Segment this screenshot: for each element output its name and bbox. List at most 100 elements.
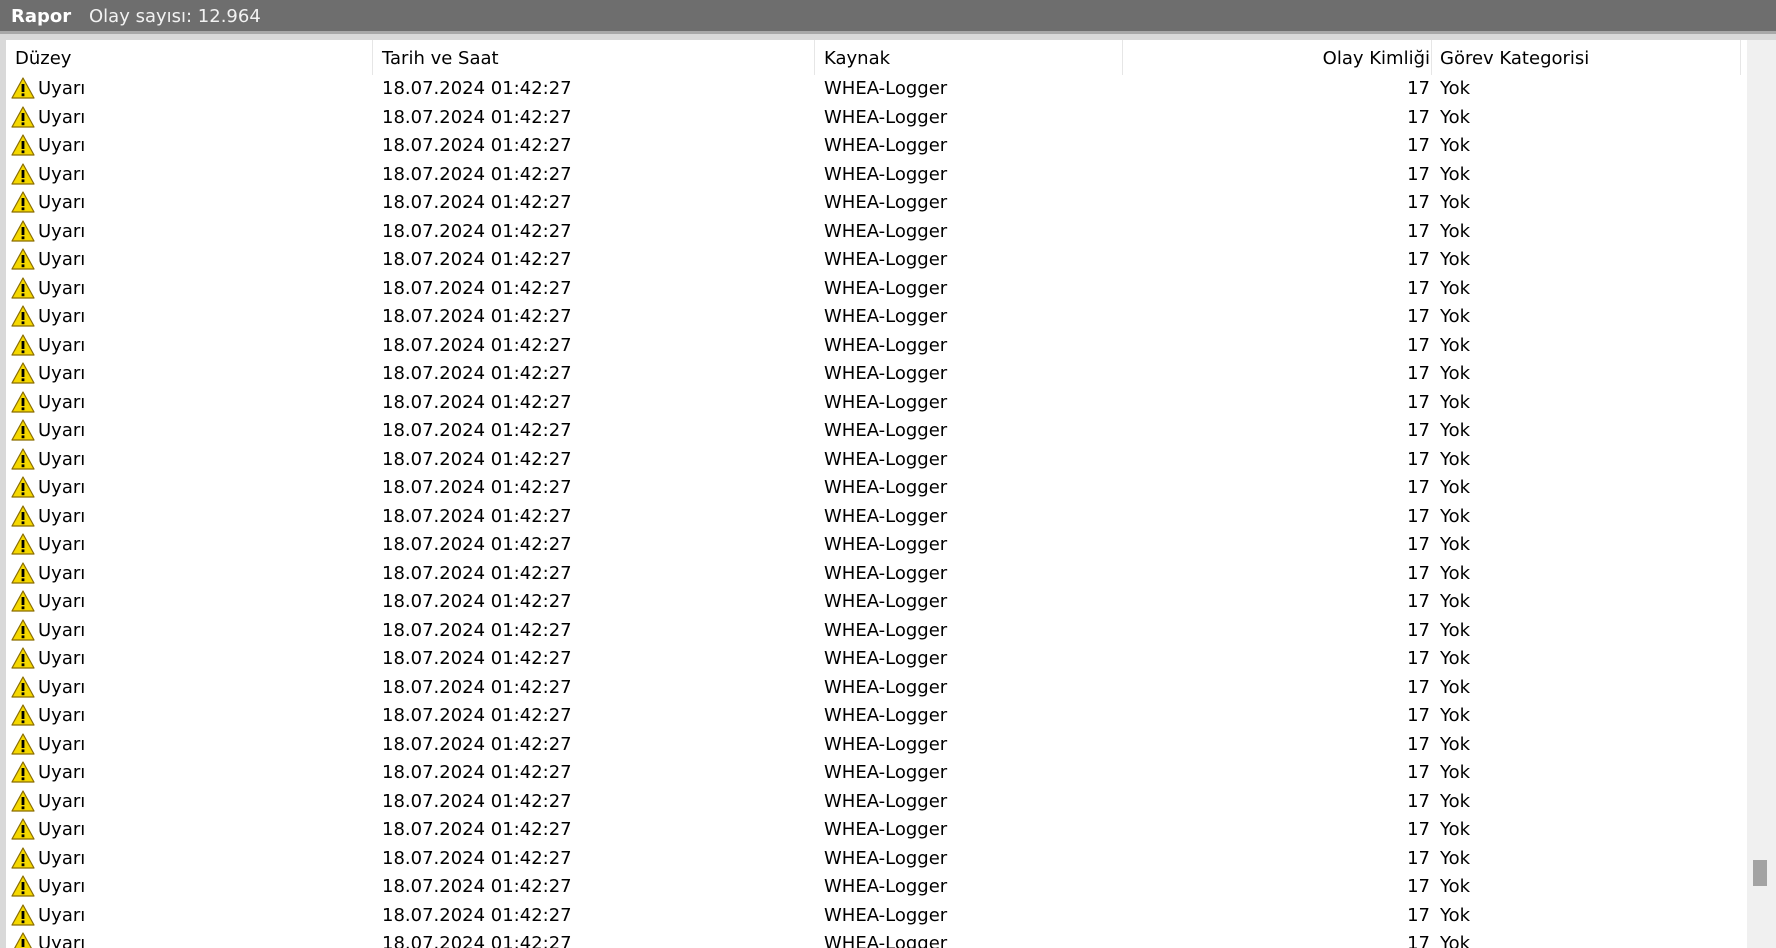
table-row[interactable]: Uyarı 18.07.2024 01:42:27 WHEA-Logger 17 Yok [6, 845, 1747, 874]
event-id-cell: 17 [1407, 163, 1430, 185]
table-row[interactable]: Uyarı 18.07.2024 01:42:27 WHEA-Logger 17 Yok [6, 389, 1747, 418]
level-cell: Uyarı [38, 249, 86, 270]
datetime-cell: 18.07.2024 01:42:27 [382, 106, 572, 128]
task-category-cell: Yok [1440, 249, 1471, 270]
warning-icon [11, 476, 35, 498]
task-category-cell: Yok [1440, 420, 1471, 441]
warning-icon [11, 162, 35, 185]
table-row[interactable]: Uyarı 18.07.2024 01:42:27 WHEA-Logger 17 Yok [6, 75, 1747, 104]
table-row[interactable]: Uyarı 18.07.2024 01:42:27 WHEA-Logger 17 Yok [6, 731, 1747, 760]
source-cell: WHEA-Logger [824, 163, 948, 185]
task-category-cell: Yok [1440, 220, 1471, 242]
datetime-cell: 18.07.2024 01:42:27 [382, 192, 572, 213]
table-row[interactable]: Uyarı 18.07.2024 01:42:27 WHEA-Logger 17 Yok [6, 218, 1747, 247]
source-cell: WHEA-Logger [824, 477, 948, 498]
table-row[interactable]: Uyarı 18.07.2024 01:42:27 WHEA-Logger 17 Yok [6, 759, 1747, 788]
vertical-scrollbar[interactable] [1747, 40, 1776, 948]
table-row[interactable]: Uyarı 18.07.2024 01:42:27 WHEA-Logger 17 Yok [6, 360, 1747, 389]
event-id-cell: 17 [1407, 505, 1430, 527]
table-row[interactable]: Uyarı 18.07.2024 01:42:27 WHEA-Logger 17 Yok [6, 560, 1747, 589]
table-row[interactable]: Uyarı 18.07.2024 01:42:27 WHEA-Logger 17 Yok [6, 132, 1747, 161]
table-row[interactable]: Uyarı 18.07.2024 01:42:27 WHEA-Logger 17 Yok [6, 873, 1747, 902]
source-cell: WHEA-Logger [824, 819, 948, 840]
source-cell: WHEA-Logger [824, 534, 948, 555]
task-category-cell: Yok [1440, 334, 1471, 356]
table-row[interactable]: Uyarı 18.07.2024 01:42:27 WHEA-Logger 17 Yok [6, 674, 1747, 703]
task-category-cell: Yok [1440, 277, 1471, 299]
datetime-cell: 18.07.2024 01:42:27 [382, 78, 572, 99]
level-cell: Uyarı [38, 306, 86, 327]
task-category-cell: Yok [1440, 648, 1471, 669]
column-separator[interactable] [1740, 40, 1741, 75]
column-event-id[interactable]: Olay Kimliği [1323, 48, 1430, 69]
table-row[interactable]: Uyarı 18.07.2024 01:42:27 WHEA-Logger 17 Yok [6, 788, 1747, 817]
event-id-cell: 17 [1407, 819, 1430, 840]
task-category-cell: Yok [1440, 505, 1471, 527]
table-row[interactable]: Uyarı 18.07.2024 01:42:27 WHEA-Logger 17 Yok [6, 332, 1747, 361]
source-cell: WHEA-Logger [824, 762, 948, 783]
task-category-cell: Yok [1440, 306, 1471, 327]
level-cell: Uyarı [38, 619, 86, 641]
table-row[interactable]: Uyarı 18.07.2024 01:42:27 WHEA-Logger 17 Yok [6, 702, 1747, 731]
datetime-cell: 18.07.2024 01:42:27 [382, 306, 572, 327]
event-id-cell: 17 [1407, 733, 1430, 755]
table-row[interactable]: Uyarı 18.07.2024 01:42:27 WHEA-Logger 17 Yok [6, 503, 1747, 532]
task-category-cell: Yok [1440, 790, 1471, 812]
scrollbar-thumb[interactable] [1753, 860, 1767, 886]
table-row[interactable]: Uyarı 18.07.2024 01:42:27 WHEA-Logger 17 Yok [6, 902, 1747, 931]
warning-icon [11, 134, 35, 156]
warning-icon [11, 875, 35, 897]
task-category-cell: Yok [1440, 163, 1471, 185]
source-cell: WHEA-Logger [824, 249, 948, 270]
table-row[interactable]: Uyarı 18.07.2024 01:42:27 WHEA-Logger 17 Yok [6, 189, 1747, 218]
task-category-cell: Yok [1440, 847, 1471, 869]
table-row[interactable]: Uyarı 18.07.2024 01:42:27 WHEA-Logger 17 Yok [6, 474, 1747, 503]
datetime-cell: 18.07.2024 01:42:27 [382, 648, 572, 669]
table-row[interactable]: Uyarı 18.07.2024 01:42:27 WHEA-Logger 17 Yok [6, 588, 1747, 617]
table-row[interactable]: Uyarı 18.07.2024 01:42:27 WHEA-Logger 17 Yok [6, 303, 1747, 332]
event-id-cell: 17 [1407, 135, 1430, 156]
column-level[interactable]: Düzey [15, 48, 71, 69]
task-category-cell: Yok [1440, 135, 1471, 156]
event-id-cell: 17 [1407, 391, 1430, 413]
source-cell: WHEA-Logger [824, 448, 948, 470]
column-separator[interactable] [1431, 40, 1432, 75]
table-row[interactable]: Uyarı 18.07.2024 01:42:27 WHEA-Logger 17 Yok [6, 275, 1747, 304]
table-row[interactable]: Uyarı 18.07.2024 01:42:27 WHEA-Logger 17 Yok [6, 161, 1747, 190]
warning-icon [11, 305, 35, 327]
warning-icon [11, 818, 35, 840]
source-cell: WHEA-Logger [824, 876, 948, 897]
source-cell: WHEA-Logger [824, 733, 948, 755]
table-row[interactable]: Uyarı 18.07.2024 01:42:27 WHEA-Logger 17 Yok [6, 816, 1747, 845]
table-row[interactable]: Uyarı 18.07.2024 01:42:27 WHEA-Logger 17 Yok [6, 104, 1747, 133]
column-separator[interactable] [814, 40, 815, 75]
column-source[interactable]: Kaynak [824, 48, 890, 69]
event-list[interactable]: Düzey Tarih ve Saat Kaynak Olay Kimliği … [6, 40, 1747, 948]
warning-icon [11, 846, 35, 869]
level-cell: Uyarı [38, 391, 86, 413]
table-row[interactable]: Uyarı 18.07.2024 01:42:27 WHEA-Logger 17 Yok [6, 531, 1747, 560]
event-id-cell: 17 [1407, 619, 1430, 641]
column-task-category[interactable]: Görev Kategorisi [1440, 48, 1589, 69]
column-separator[interactable] [372, 40, 373, 75]
event-id-cell: 17 [1407, 420, 1430, 441]
task-category-cell: Yok [1440, 78, 1471, 99]
datetime-cell: 18.07.2024 01:42:27 [382, 277, 572, 299]
level-cell: Uyarı [38, 420, 86, 441]
table-row[interactable]: Uyarı 18.07.2024 01:42:27 WHEA-Logger 17 Yok [6, 930, 1747, 948]
table-row[interactable]: Uyarı 18.07.2024 01:42:27 WHEA-Logger 17 Yok [6, 417, 1747, 446]
task-category-cell: Yok [1440, 619, 1471, 641]
warning-icon [11, 932, 35, 948]
column-separator[interactable] [1122, 40, 1123, 75]
table-row[interactable]: Uyarı 18.07.2024 01:42:27 WHEA-Logger 17 Yok [6, 446, 1747, 475]
datetime-cell: 18.07.2024 01:42:27 [382, 819, 572, 840]
source-cell: WHEA-Logger [824, 106, 948, 128]
warning-icon [11, 276, 35, 299]
column-datetime[interactable]: Tarih ve Saat [382, 48, 499, 69]
datetime-cell: 18.07.2024 01:42:27 [382, 249, 572, 270]
table-row[interactable]: Uyarı 18.07.2024 01:42:27 WHEA-Logger 17 Yok [6, 246, 1747, 275]
table-row[interactable]: Uyarı 18.07.2024 01:42:27 WHEA-Logger 17 Yok [6, 645, 1747, 674]
level-cell: Uyarı [38, 163, 86, 185]
level-cell: Uyarı [38, 591, 86, 612]
table-row[interactable]: Uyarı 18.07.2024 01:42:27 WHEA-Logger 17 Yok [6, 617, 1747, 646]
